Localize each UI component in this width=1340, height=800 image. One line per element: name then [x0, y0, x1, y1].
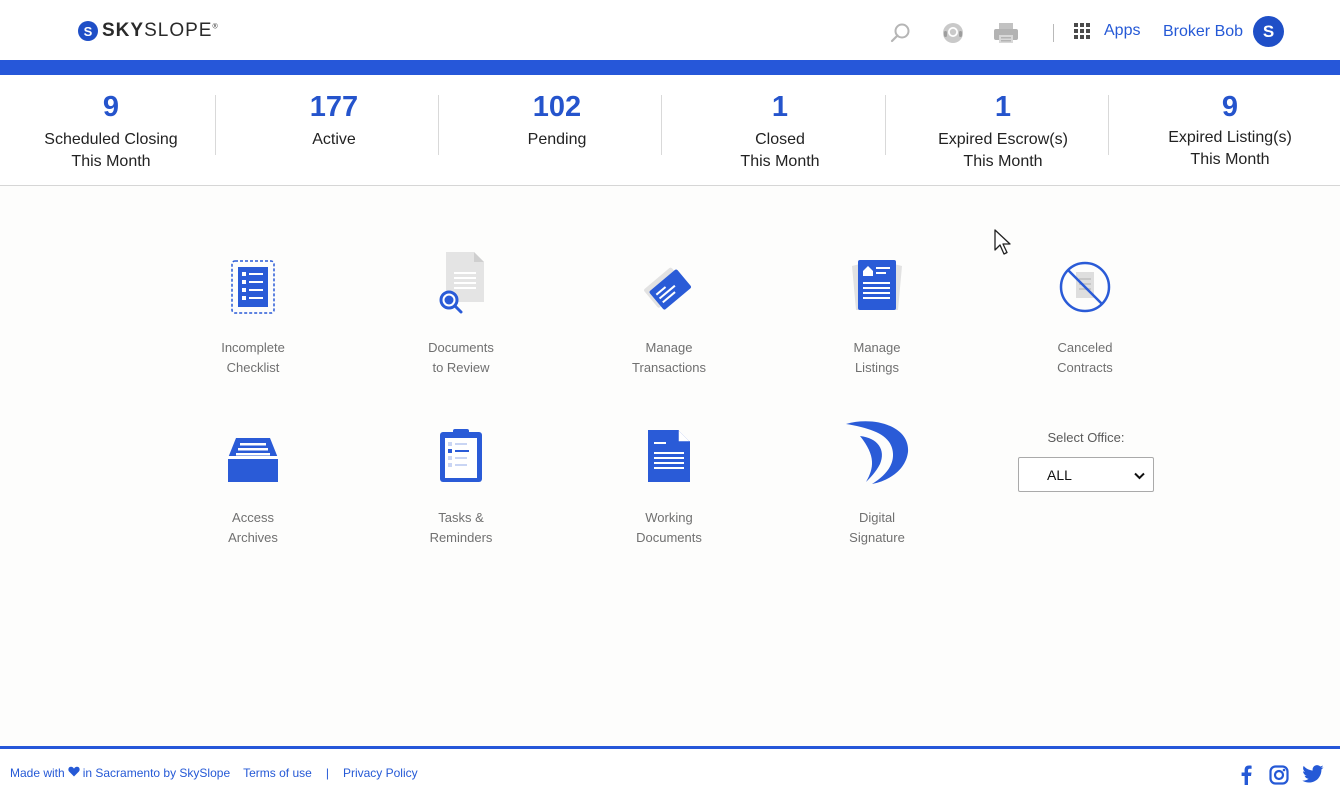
stat-value: 1	[771, 91, 789, 123]
working-documents-icon	[589, 418, 749, 484]
tile-documents-to-review[interactable]: Documents to Review	[381, 248, 541, 378]
stat-divider	[438, 95, 439, 155]
footer: Made with in Sacramento by SkySlope Term…	[0, 746, 1340, 800]
chevron-down-icon	[1134, 467, 1145, 483]
apps-grid-icon	[1074, 23, 1090, 39]
office-select[interactable]: ALL	[1018, 457, 1154, 492]
tile-access-archives[interactable]: Access Archives	[173, 418, 333, 548]
privacy-link[interactable]: Privacy Policy	[343, 766, 418, 780]
tile-canceled-contracts[interactable]: Canceled Contracts	[1005, 248, 1165, 378]
stat-label: Pending	[527, 131, 587, 148]
tile-manage-transactions[interactable]: Manage Transactions	[589, 248, 749, 378]
listings-icon	[797, 248, 957, 314]
stat-label: Expired Listing(s) This Month	[1168, 129, 1292, 168]
stat-value: 177	[309, 91, 359, 123]
office-selector: Select Office: ALL	[1018, 430, 1154, 492]
digital-signature-icon	[797, 418, 957, 484]
user-name: Broker Bob	[1163, 22, 1244, 40]
stat-value: 9	[102, 91, 120, 123]
stat-pending[interactable]: 102 Pending	[467, 89, 647, 151]
archive-icon	[173, 418, 333, 484]
heart-icon	[68, 766, 80, 780]
office-selected-value: ALL	[1047, 466, 1072, 483]
tile-manage-listings[interactable]: Manage Listings	[797, 248, 957, 378]
tile-label: Canceled Contracts	[1057, 340, 1113, 375]
skyslope-logo[interactable]: S SKYSLOPE®	[78, 20, 219, 42]
tile-label: Digital Signature	[849, 510, 905, 545]
instagram-icon[interactable]	[1269, 765, 1289, 785]
document-review-icon	[381, 248, 541, 314]
stat-label: Expired Escrow(s) This Month	[938, 131, 1068, 170]
stat-divider	[661, 95, 662, 155]
stat-active[interactable]: 177 Active	[244, 89, 424, 151]
apps-menu-button[interactable]: Apps	[1074, 22, 1140, 40]
tile-tasks-reminders[interactable]: Tasks & Reminders	[381, 418, 541, 548]
support-agent-icon[interactable]	[940, 20, 966, 46]
made-with-text: Made with	[10, 766, 65, 780]
checklist-icon	[173, 248, 333, 314]
sacramento-text: in Sacramento by SkySlope	[82, 766, 231, 780]
stat-divider	[1108, 95, 1109, 155]
user-menu[interactable]: Broker Bob S	[1163, 16, 1285, 47]
tile-label: Access Archives	[228, 510, 278, 545]
twitter-icon[interactable]	[1302, 765, 1324, 783]
avatar: S	[1253, 16, 1285, 47]
tile-label: Manage Transactions	[632, 340, 706, 375]
stat-expired-listing[interactable]: 9 Expired Listing(s) This Month	[1140, 89, 1320, 171]
apps-label: Apps	[1104, 22, 1141, 39]
tile-label: Tasks & Reminders	[429, 510, 493, 545]
tile-incomplete-checklist[interactable]: Incomplete Checklist	[173, 248, 333, 378]
tile-label: Incomplete Checklist	[221, 340, 285, 375]
tile-working-documents[interactable]: Working Documents	[589, 418, 749, 548]
stat-label: Scheduled Closing This Month	[44, 131, 178, 170]
stats-bar: 9 Scheduled Closing This Month 177 Active…	[0, 75, 1340, 186]
mouse-pointer-icon	[994, 229, 1012, 260]
transactions-icon	[589, 248, 749, 314]
canceled-contract-icon	[1005, 248, 1165, 314]
print-icon[interactable]	[993, 20, 1019, 46]
terms-link[interactable]: Terms of use	[243, 766, 312, 780]
footer-separator: |	[325, 766, 329, 780]
tile-digital-signature[interactable]: Digital Signature	[797, 418, 957, 548]
header-divider	[1053, 24, 1054, 42]
footer-links: Made with in Sacramento by SkySlope Term…	[10, 766, 418, 780]
top-header: S SKYSLOPE® Apps Broker Bob S	[0, 0, 1340, 60]
stat-value: 102	[532, 91, 582, 123]
logo-wordmark: SKYSLOPE®	[102, 20, 219, 41]
tile-label: Documents to Review	[428, 340, 494, 375]
stat-divider	[885, 95, 886, 155]
office-label: Select Office:	[1047, 430, 1125, 445]
logo-mark-icon: S	[78, 21, 98, 41]
stat-divider	[215, 95, 216, 155]
search-icon[interactable]	[888, 20, 914, 46]
facebook-icon[interactable]	[1240, 765, 1252, 785]
accent-band	[0, 60, 1340, 75]
tile-label: Working Documents	[636, 510, 702, 545]
stat-expired-escrow[interactable]: 1 Expired Escrow(s) This Month	[913, 89, 1093, 173]
stat-closed[interactable]: 1 Closed This Month	[690, 89, 870, 173]
tile-label: Manage Listings	[853, 340, 901, 375]
tasks-icon	[381, 418, 541, 484]
stat-value: 9	[1221, 91, 1239, 123]
stat-value: 1	[994, 91, 1012, 123]
stat-label: Active	[312, 131, 356, 148]
stat-scheduled-closing[interactable]: 9 Scheduled Closing This Month	[21, 89, 201, 173]
stat-label: Closed This Month	[740, 131, 820, 170]
